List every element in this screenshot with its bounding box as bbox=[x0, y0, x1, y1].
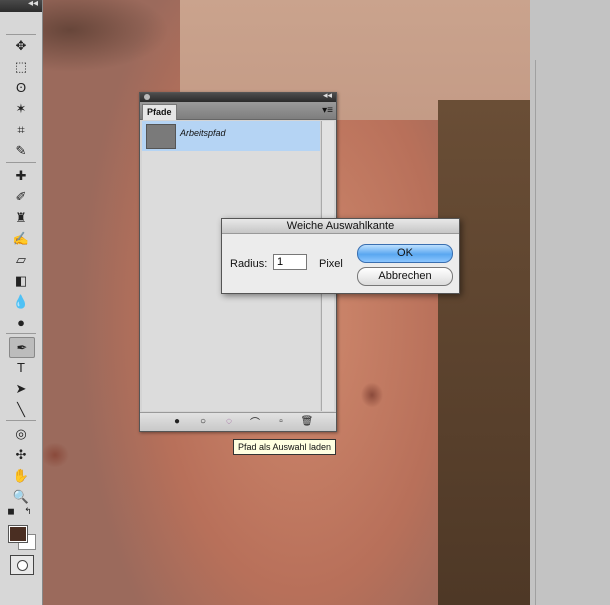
blur-tool-icon[interactable]: 💧 bbox=[9, 292, 33, 311]
magic-wand-tool-icon[interactable]: ✶ bbox=[9, 99, 33, 118]
fill-path-icon[interactable]: ● bbox=[170, 415, 184, 428]
close-icon[interactable] bbox=[144, 94, 150, 100]
load-path-as-selection-icon[interactable]: ◌ bbox=[222, 415, 236, 428]
feather-dialog: Weiche Auswahlkante Radius: Pixel OK Abb… bbox=[221, 218, 460, 294]
healing-brush-tool-icon[interactable]: ✚ bbox=[9, 166, 33, 185]
clone-stamp-tool-icon[interactable]: ♜ bbox=[9, 208, 33, 227]
make-work-path-icon[interactable]: ⌒ bbox=[248, 415, 262, 429]
panel-footer: ● ○ ◌ ⌒ ▫ 🗑 bbox=[140, 412, 336, 431]
foreground-color-swatch[interactable] bbox=[8, 525, 28, 543]
line-tool-icon[interactable]: ╲ bbox=[9, 400, 33, 419]
tooltip: Pfad als Auswahl laden bbox=[233, 439, 337, 455]
radius-label: Radius: bbox=[230, 258, 268, 270]
list-item[interactable]: Arbeitspfad bbox=[142, 121, 320, 151]
swap-colors-icon[interactable]: ↰ bbox=[22, 506, 34, 516]
dialog-title: Weiche Auswahlkante bbox=[222, 219, 459, 234]
tab-pfade[interactable]: Pfade bbox=[142, 104, 177, 120]
3d-rotate-tool-icon[interactable]: ◎ bbox=[9, 424, 33, 443]
collapse-icon[interactable]: ◂◂ bbox=[323, 90, 332, 101]
tool-divider bbox=[6, 162, 36, 163]
toolbox-header[interactable]: ◂◂ bbox=[0, 0, 42, 12]
lasso-tool-icon[interactable]: ʘ bbox=[9, 78, 33, 97]
3d-orbit-tool-icon[interactable]: ✣ bbox=[9, 445, 33, 464]
tool-divider bbox=[6, 420, 36, 421]
gradient-tool-icon[interactable]: ◧ bbox=[9, 271, 33, 290]
new-path-icon[interactable]: ▫ bbox=[274, 415, 288, 428]
cancel-button[interactable]: Abbrechen bbox=[357, 267, 453, 286]
pen-tool-icon[interactable]: ✒ bbox=[9, 337, 35, 358]
toolbox: ◂◂ ✥ ⬚ ʘ ✶ ⌗ ✎ ✚ ✐ ♜ ✍ ▱ ◧ 💧 ● ✒ T ➤ ╲ ◎… bbox=[0, 0, 43, 605]
trash-icon[interactable]: 🗑 bbox=[300, 415, 314, 428]
eraser-tool-icon[interactable]: ▱ bbox=[9, 250, 33, 269]
hand-tool-icon[interactable]: ✋ bbox=[9, 466, 33, 485]
panel-menu-icon[interactable]: ▾≡ bbox=[322, 105, 333, 116]
path-thumbnail bbox=[146, 124, 176, 149]
zoom-tool-icon[interactable]: 🔍 bbox=[9, 487, 33, 506]
radius-input[interactable] bbox=[273, 254, 307, 270]
brush-tool-icon[interactable]: ✐ bbox=[9, 187, 33, 206]
dodge-tool-icon[interactable]: ● bbox=[9, 313, 33, 332]
type-tool-icon[interactable]: T bbox=[9, 358, 33, 377]
tool-divider bbox=[6, 34, 36, 35]
history-brush-tool-icon[interactable]: ✍ bbox=[9, 229, 33, 248]
eyedropper-tool-icon[interactable]: ✎ bbox=[9, 141, 33, 160]
panel-titlebar[interactable]: ◂◂ bbox=[140, 90, 336, 102]
unit-label: Pixel bbox=[319, 258, 343, 270]
path-name: Arbeitspfad bbox=[180, 128, 226, 138]
default-colors-icon[interactable]: ◼ bbox=[5, 506, 17, 516]
panel-tabbar: Pfade ▾≡ bbox=[140, 102, 336, 120]
crop-tool-icon[interactable]: ⌗ bbox=[9, 120, 33, 139]
canvas-dark-area bbox=[438, 100, 540, 605]
path-selection-tool-icon[interactable]: ➤ bbox=[9, 379, 33, 398]
quick-mask-icon[interactable] bbox=[10, 555, 34, 575]
canvas-edge bbox=[535, 60, 586, 605]
ok-button[interactable]: OK bbox=[357, 244, 453, 263]
tool-divider bbox=[6, 333, 36, 334]
collapse-icon[interactable]: ◂◂ bbox=[28, 0, 38, 9]
marquee-tool-icon[interactable]: ⬚ bbox=[9, 57, 33, 76]
stroke-path-icon[interactable]: ○ bbox=[196, 415, 210, 428]
move-tool-icon[interactable]: ✥ bbox=[9, 36, 33, 55]
